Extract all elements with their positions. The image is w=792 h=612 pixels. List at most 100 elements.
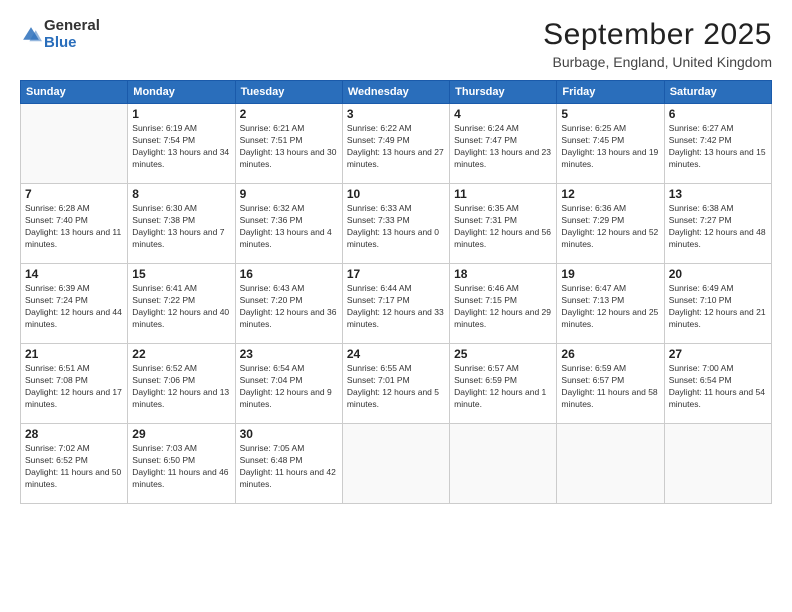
logo: General Blue <box>20 18 100 51</box>
cell-info: Sunrise: 6:41 AMSunset: 7:22 PMDaylight:… <box>132 283 230 331</box>
day-number: 20 <box>669 267 767 281</box>
day-number: 12 <box>561 187 659 201</box>
cell-info: Sunrise: 6:43 AMSunset: 7:20 PMDaylight:… <box>240 283 338 331</box>
calendar-week-row: 21Sunrise: 6:51 AMSunset: 7:08 PMDayligh… <box>21 344 772 424</box>
day-number: 26 <box>561 347 659 361</box>
table-row: 5Sunrise: 6:25 AMSunset: 7:45 PMDaylight… <box>557 104 664 184</box>
calendar-week-row: 7 Sunrise: 6:28 AMSunset: 7:40 PMDaylight… <box>21 184 772 264</box>
table-row: 12Sunrise: 6:36 AMSunset: 7:29 PMDayligh… <box>557 184 664 264</box>
day-number: 15 <box>132 267 230 281</box>
table-row: 17 Sunrise: 6:44 AMSunset: 7:17 PMDayligh… <box>342 264 449 344</box>
table-row <box>664 424 771 504</box>
cell-info: Sunrise: 6:32 AMSunset: 7:36 PMDaylight:… <box>240 203 338 251</box>
calendar-week-row: 1 Sunrise: 6:19 AMSunset: 7:54 PMDaylight… <box>21 104 772 184</box>
table-row: 16 Sunrise: 6:43 AMSunset: 7:20 PMDayligh… <box>235 264 342 344</box>
cell-info: Sunrise: 6:54 AMSunset: 7:04 PMDaylight:… <box>240 363 338 411</box>
day-number: 25 <box>454 347 552 361</box>
table-row <box>342 424 449 504</box>
header: General Blue September 2025 Burbage, Eng… <box>20 18 772 70</box>
table-row: 8 Sunrise: 6:30 AMSunset: 7:38 PMDaylight… <box>128 184 235 264</box>
col-sunday: Sunday <box>21 81 128 104</box>
cell-info: Sunrise: 6:39 AMSunset: 7:24 PMDaylight:… <box>25 283 123 331</box>
cell-info: Sunrise: 6:21 AMSunset: 7:51 PMDaylight:… <box>240 123 338 171</box>
calendar-table: Sunday Monday Tuesday Wednesday Thursday… <box>20 80 772 504</box>
day-number: 3 <box>347 107 445 121</box>
table-row: 9 Sunrise: 6:32 AMSunset: 7:36 PMDaylight… <box>235 184 342 264</box>
day-number: 18 <box>454 267 552 281</box>
cell-info: Sunrise: 6:49 AMSunset: 7:10 PMDaylight:… <box>669 283 767 331</box>
day-number: 9 <box>240 187 338 201</box>
col-saturday: Saturday <box>664 81 771 104</box>
cell-info: Sunrise: 6:24 AMSunset: 7:47 PMDaylight:… <box>454 123 552 171</box>
cell-info: Sunrise: 6:19 AMSunset: 7:54 PMDaylight:… <box>132 123 230 171</box>
cell-info: Sunrise: 6:38 AMSunset: 7:27 PMDaylight:… <box>669 203 767 251</box>
cell-info: Sunrise: 6:47 AMSunset: 7:13 PMDaylight:… <box>561 283 659 331</box>
cell-info: Sunrise: 6:27 AMSunset: 7:42 PMDaylight:… <box>669 123 767 171</box>
table-row: 21Sunrise: 6:51 AMSunset: 7:08 PMDayligh… <box>21 344 128 424</box>
table-row <box>21 104 128 184</box>
table-row: 24 Sunrise: 6:55 AMSunset: 7:01 PMDayligh… <box>342 344 449 424</box>
table-row: 29 Sunrise: 7:03 AMSunset: 6:50 PMDayligh… <box>128 424 235 504</box>
day-number: 14 <box>25 267 123 281</box>
cell-info: Sunrise: 6:28 AMSunset: 7:40 PMDaylight:… <box>25 203 123 251</box>
day-number: 7 <box>25 187 123 201</box>
table-row: 11 Sunrise: 6:35 AMSunset: 7:31 PMDayligh… <box>450 184 557 264</box>
location: Burbage, England, United Kingdom <box>543 54 772 70</box>
calendar-week-row: 14 Sunrise: 6:39 AMSunset: 7:24 PMDayligh… <box>21 264 772 344</box>
cell-info: Sunrise: 6:35 AMSunset: 7:31 PMDaylight:… <box>454 203 552 251</box>
table-row: 20 Sunrise: 6:49 AMSunset: 7:10 PMDayligh… <box>664 264 771 344</box>
day-number: 23 <box>240 347 338 361</box>
table-row: 2 Sunrise: 6:21 AMSunset: 7:51 PMDaylight… <box>235 104 342 184</box>
day-number: 27 <box>669 347 767 361</box>
cell-info: Sunrise: 6:44 AMSunset: 7:17 PMDaylight:… <box>347 283 445 331</box>
logo-general-text: General <box>44 17 100 34</box>
col-tuesday: Tuesday <box>235 81 342 104</box>
day-number: 8 <box>132 187 230 201</box>
day-number: 28 <box>25 427 123 441</box>
cell-info: Sunrise: 7:05 AMSunset: 6:48 PMDaylight:… <box>240 443 338 491</box>
cell-info: Sunrise: 6:52 AMSunset: 7:06 PMDaylight:… <box>132 363 230 411</box>
day-number: 30 <box>240 427 338 441</box>
table-row: 10Sunrise: 6:33 AMSunset: 7:33 PMDayligh… <box>342 184 449 264</box>
month-title: September 2025 <box>543 18 772 52</box>
logo-icon <box>20 24 42 46</box>
day-number: 10 <box>347 187 445 201</box>
logo-blue-text: Blue <box>44 34 77 51</box>
cell-info: Sunrise: 6:30 AMSunset: 7:38 PMDaylight:… <box>132 203 230 251</box>
cell-info: Sunrise: 7:00 AMSunset: 6:54 PMDaylight:… <box>669 363 767 411</box>
col-friday: Friday <box>557 81 664 104</box>
table-row <box>450 424 557 504</box>
table-row: 13Sunrise: 6:38 AMSunset: 7:27 PMDayligh… <box>664 184 771 264</box>
cell-info: Sunrise: 6:25 AMSunset: 7:45 PMDaylight:… <box>561 123 659 171</box>
col-wednesday: Wednesday <box>342 81 449 104</box>
table-row: 23 Sunrise: 6:54 AMSunset: 7:04 PMDayligh… <box>235 344 342 424</box>
day-number: 24 <box>347 347 445 361</box>
cell-info: Sunrise: 6:55 AMSunset: 7:01 PMDaylight:… <box>347 363 445 411</box>
day-number: 29 <box>132 427 230 441</box>
table-row: 25 Sunrise: 6:57 AMSunset: 6:59 PMDayligh… <box>450 344 557 424</box>
table-row: 22 Sunrise: 6:52 AMSunset: 7:06 PMDayligh… <box>128 344 235 424</box>
day-number: 6 <box>669 107 767 121</box>
day-number: 16 <box>240 267 338 281</box>
table-row: 26 Sunrise: 6:59 AMSunset: 6:57 PMDayligh… <box>557 344 664 424</box>
cell-info: Sunrise: 6:59 AMSunset: 6:57 PMDaylight:… <box>561 363 659 411</box>
table-row <box>557 424 664 504</box>
table-row: 1 Sunrise: 6:19 AMSunset: 7:54 PMDaylight… <box>128 104 235 184</box>
table-row: 7 Sunrise: 6:28 AMSunset: 7:40 PMDaylight… <box>21 184 128 264</box>
page: General Blue September 2025 Burbage, Eng… <box>0 0 792 612</box>
col-thursday: Thursday <box>450 81 557 104</box>
cell-info: Sunrise: 7:03 AMSunset: 6:50 PMDaylight:… <box>132 443 230 491</box>
day-number: 2 <box>240 107 338 121</box>
day-number: 11 <box>454 187 552 201</box>
table-row: 30 Sunrise: 7:05 AMSunset: 6:48 PMDayligh… <box>235 424 342 504</box>
table-row: 4Sunrise: 6:24 AMSunset: 7:47 PMDaylight… <box>450 104 557 184</box>
day-number: 22 <box>132 347 230 361</box>
day-number: 21 <box>25 347 123 361</box>
table-row: 15 Sunrise: 6:41 AMSunset: 7:22 PMDayligh… <box>128 264 235 344</box>
day-number: 17 <box>347 267 445 281</box>
col-monday: Monday <box>128 81 235 104</box>
cell-info: Sunrise: 7:02 AMSunset: 6:52 PMDaylight:… <box>25 443 123 491</box>
day-number: 1 <box>132 107 230 121</box>
cell-info: Sunrise: 6:57 AMSunset: 6:59 PMDaylight:… <box>454 363 552 411</box>
table-row: 3Sunrise: 6:22 AMSunset: 7:49 PMDaylight… <box>342 104 449 184</box>
